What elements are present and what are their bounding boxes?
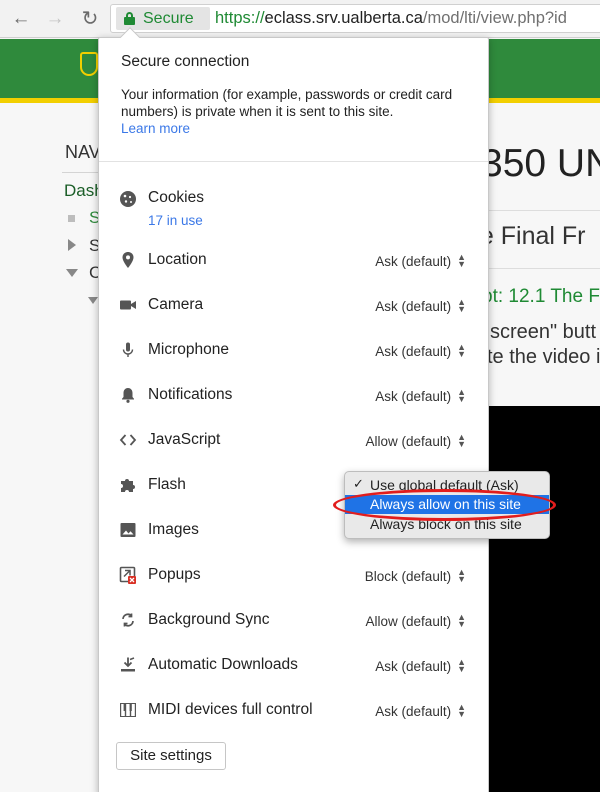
image-icon [119, 521, 137, 539]
body-text-line: te the video is [487, 346, 600, 368]
url-path: /mod/lti/view.php?id [422, 9, 567, 27]
course-title: 350 UN [481, 142, 600, 185]
chevron-updown-icon: ▲ ▼ [457, 252, 466, 269]
sync-icon [119, 611, 137, 629]
puzzle-piece-icon [119, 476, 137, 494]
activity-divider [488, 268, 600, 269]
university-logo-icon [80, 52, 98, 76]
address-bar[interactable]: Secure https://eclass.srv.ualberta.ca/mo… [110, 4, 600, 33]
background-sync-select[interactable]: Allow (default) ▲ ▼ [366, 610, 466, 632]
chevron-updown-icon: ▲ ▼ [457, 297, 466, 314]
chevron-updown-icon: ▲ ▼ [457, 342, 466, 359]
chevron-updown-icon: ▲ ▼ [457, 657, 466, 674]
chevron-updown-icon: ▲ ▼ [457, 567, 466, 584]
popups-label: Popups [148, 566, 201, 583]
images-label: Images [148, 521, 199, 538]
automatic-downloads-value: Ask (default) [375, 658, 452, 674]
flash-label: Flash [148, 476, 186, 493]
bell-icon [119, 386, 137, 404]
chevron-updown-icon: ▲ ▼ [457, 702, 466, 719]
connection-title: Secure connection [121, 53, 250, 70]
background-sync-value: Allow (default) [365, 613, 452, 629]
back-arrow-icon[interactable]: ← [11, 9, 31, 29]
secure-label: Secure [143, 10, 194, 27]
connection-description: Your information (for example, passwords… [121, 87, 453, 119]
microphone-label: Microphone [148, 341, 229, 358]
title-divider [488, 210, 600, 211]
chevron-updown-icon: ▲ ▼ [457, 612, 466, 629]
midi-value: Ask (default) [375, 703, 452, 719]
lock-icon [124, 12, 135, 25]
midi-select[interactable]: Ask (default) ▲ ▼ [375, 700, 466, 722]
notifications-value: Ask (default) [375, 388, 452, 404]
camera-label: Camera [148, 296, 204, 313]
microphone-icon [119, 341, 137, 359]
site-settings-button[interactable]: Site settings [116, 742, 226, 770]
forward-arrow-icon[interactable]: → [45, 9, 65, 29]
site-info-popup: Secure connection Your information (for … [98, 27, 489, 792]
code-brackets-icon [119, 431, 137, 449]
url-text[interactable]: https://eclass.srv.ualberta.ca/mod/lti/v… [215, 9, 567, 28]
learn-more-link[interactable]: Learn more [121, 121, 190, 136]
expand-arrow-icon[interactable] [68, 239, 76, 251]
browser-toolbar: ← → ↻ Secure https://eclass.srv.ualberta… [0, 0, 600, 38]
javascript-select[interactable]: Allow (default) ▲ ▼ [366, 430, 466, 452]
flash-options-menu: ✓ Use global default (Ask) Always allow … [344, 471, 550, 539]
menu-item-always-block[interactable]: Always block on this site [345, 515, 549, 534]
location-value: Ask (default) [375, 253, 452, 269]
nav-heading: NAV [65, 142, 101, 162]
url-domain: eclass.srv.ualberta.ca [264, 9, 423, 27]
download-icon [119, 656, 137, 674]
bullet-icon [68, 215, 75, 222]
camera-value: Ask (default) [375, 298, 452, 314]
cookie-icon [119, 190, 137, 208]
notifications-select[interactable]: Ask (default) ▲ ▼ [375, 385, 466, 407]
notifications-label: Notifications [148, 386, 233, 403]
location-pin-icon [119, 251, 137, 269]
url-scheme: https:// [215, 9, 265, 27]
video-player[interactable] [488, 406, 600, 792]
menu-item-use-global-default[interactable]: ✓ Use global default (Ask) [345, 476, 549, 495]
checkmark-icon: ✓ [353, 476, 364, 491]
location-select[interactable]: Ask (default) ▲ ▼ [375, 250, 466, 272]
popups-value: Block (default) [364, 568, 452, 584]
popup-blocked-icon [119, 566, 137, 584]
camera-select[interactable]: Ask (default) ▲ ▼ [375, 295, 466, 317]
menu-item-label: Use global default (Ask) [370, 477, 519, 493]
automatic-downloads-label: Automatic Downloads [148, 656, 298, 673]
javascript-value: Allow (default) [365, 433, 452, 449]
menu-item-label: Always allow on this site [370, 496, 521, 512]
javascript-label: JavaScript [148, 431, 221, 448]
background-sync-label: Background Sync [148, 611, 270, 628]
nav-divider [62, 172, 102, 173]
chevron-updown-icon: ▲ ▼ [457, 432, 466, 449]
microphone-value: Ask (default) [375, 343, 452, 359]
body-text-line: l screen" butt [480, 321, 597, 343]
activity-link[interactable]: pt: 12.1 The F [482, 286, 600, 308]
collapse-arrow-icon[interactable] [88, 297, 98, 304]
automatic-downloads-select[interactable]: Ask (default) ▲ ▼ [375, 655, 466, 677]
cookies-count-link[interactable]: 17 in use [148, 213, 203, 228]
midi-label: MIDI devices full control [148, 701, 313, 718]
popup-divider [99, 161, 488, 162]
reload-icon[interactable]: ↻ [80, 9, 100, 29]
menu-item-always-allow[interactable]: Always allow on this site [345, 495, 549, 514]
microphone-select[interactable]: Ask (default) ▲ ▼ [375, 340, 466, 362]
location-label: Location [148, 251, 207, 268]
popups-select[interactable]: Block (default) ▲ ▼ [365, 565, 466, 587]
collapse-arrow-icon[interactable] [66, 269, 78, 277]
cookies-label: Cookies [148, 189, 204, 206]
piano-keys-icon [119, 701, 137, 719]
chevron-updown-icon: ▲ ▼ [457, 387, 466, 404]
menu-item-label: Always block on this site [370, 516, 522, 532]
camera-icon [119, 296, 137, 314]
